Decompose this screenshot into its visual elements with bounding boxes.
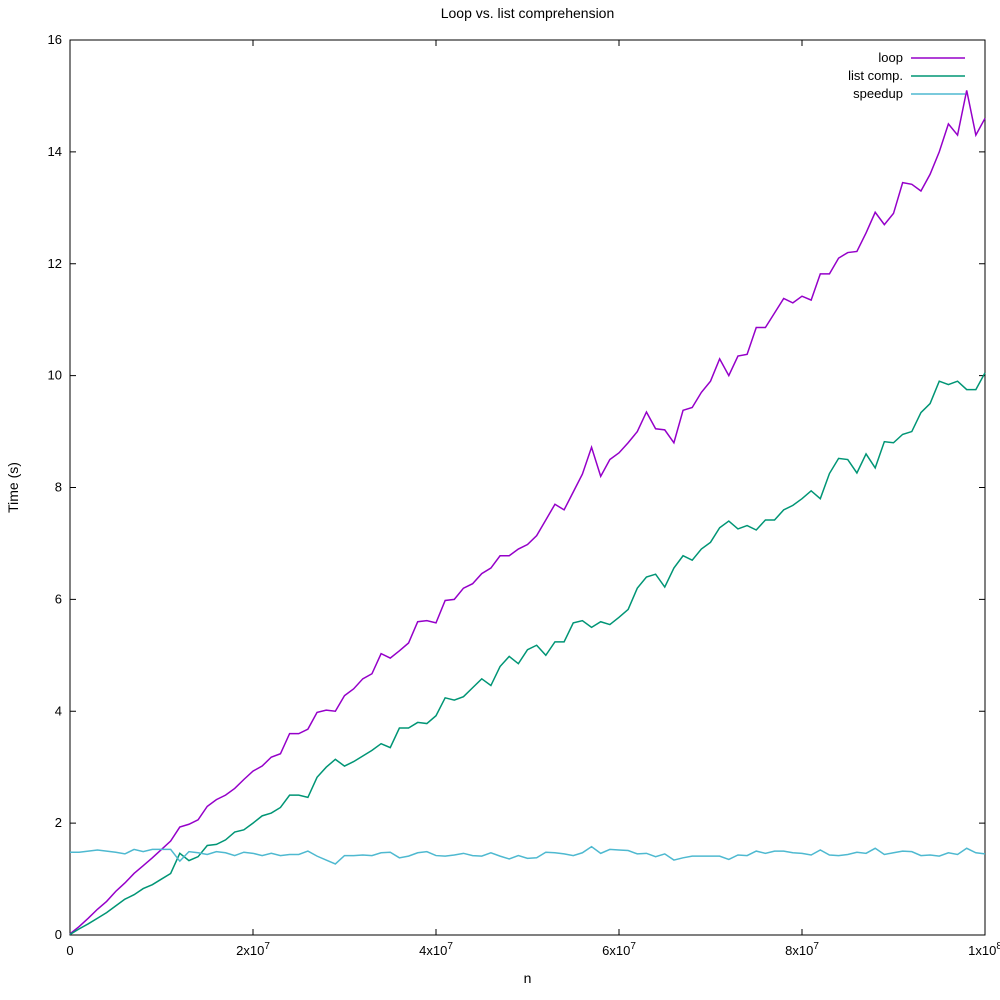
legend-label: list comp. bbox=[848, 68, 903, 83]
line-chart: Loop vs. list comprehension 0 2 4 6 8 10 12 14 16… bbox=[0, 0, 1000, 1000]
x-tick-label: 4x107 bbox=[419, 941, 453, 958]
series-speedup bbox=[70, 847, 985, 864]
y-tick-label: 10 bbox=[48, 368, 62, 383]
x-tick-label: 8x107 bbox=[785, 941, 819, 958]
y-axis-label: Time (s) bbox=[5, 462, 21, 513]
y-tick-label: 2 bbox=[55, 815, 62, 830]
x-tick-label: 0 bbox=[66, 943, 73, 958]
x-tick-label: 2x107 bbox=[236, 941, 270, 958]
x-axis-label: n bbox=[524, 970, 532, 986]
x-tick-label: 1x108 bbox=[968, 941, 1000, 958]
legend-label: loop bbox=[878, 50, 903, 65]
y-tick-label: 0 bbox=[55, 927, 62, 942]
y-tick-label: 14 bbox=[48, 144, 62, 159]
series-loop bbox=[70, 90, 985, 934]
y-tick-label: 16 bbox=[48, 32, 62, 47]
series-list-comp- bbox=[70, 373, 985, 935]
y-tick-label: 6 bbox=[55, 591, 62, 606]
legend-label: speedup bbox=[853, 86, 903, 101]
y-tick-label: 12 bbox=[48, 256, 62, 271]
chart-title: Loop vs. list comprehension bbox=[441, 5, 615, 21]
plot-box bbox=[70, 40, 985, 935]
y-tick-label: 8 bbox=[55, 480, 62, 495]
x-tick-label: 6x107 bbox=[602, 941, 636, 958]
y-tick-label: 4 bbox=[55, 703, 62, 718]
